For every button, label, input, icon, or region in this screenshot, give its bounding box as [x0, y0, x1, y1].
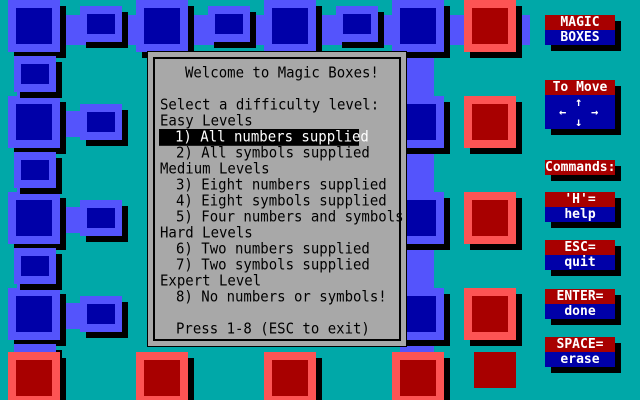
difficulty-dialog: Welcome to Magic Boxes! Select a difficu… [147, 51, 407, 347]
help-key: 'H'= [545, 192, 615, 207]
left-small-box-0 [21, 64, 49, 84]
red-box-bottom-1 [144, 360, 180, 396]
group-expert-label: Expert Level [160, 273, 262, 290]
mid-small-box-2 [87, 304, 115, 324]
quit-command[interactable]: ESC= quit [545, 240, 615, 270]
help-command[interactable]: 'H'= help [545, 192, 615, 222]
option-3[interactable]: 3) Eight numbers supplied [176, 177, 387, 194]
option-6[interactable]: 6) Two numbers supplied [176, 241, 370, 258]
red-box-bottom-0 [16, 360, 52, 396]
magic-boxes-logo: MAGIC BOXES [545, 15, 615, 45]
done-command[interactable]: ENTER= done [545, 289, 615, 319]
quit-key: ESC= [545, 240, 615, 255]
logo-line-2: BOXES [545, 30, 615, 45]
mid-small-box-1 [87, 208, 115, 228]
arrow-right-icon: → [591, 105, 599, 119]
done-action: done [545, 304, 615, 319]
top-box-1 [144, 8, 180, 44]
move-label: To Move [545, 80, 615, 95]
top-box-0 [16, 8, 52, 44]
logo-line-1: MAGIC [545, 15, 615, 30]
arrow-down-icon: ↓ [575, 115, 583, 129]
move-panel: To Move ↑ ← → ↓ [545, 80, 615, 129]
red-box-right-2 [472, 200, 508, 236]
top-small-box-1 [215, 14, 243, 34]
red-box-right-3 [472, 296, 508, 332]
option-7[interactable]: 7) Two symbols supplied [176, 257, 370, 274]
group-easy-label: Easy Levels [160, 113, 253, 130]
left-small-box-1 [21, 160, 49, 180]
option-5[interactable]: 5) Four numbers and symbols [176, 209, 404, 226]
option-2[interactable]: 2) All symbols supplied [176, 145, 370, 162]
arrow-up-icon: ↑ [575, 95, 583, 109]
arrow-left-icon: ← [559, 105, 567, 119]
quit-action: quit [545, 255, 615, 270]
red-small-box [474, 352, 516, 388]
option-4[interactable]: 4) Eight symbols supplied [176, 193, 387, 210]
dialog-footer: Press 1-8 (ESC to exit) [176, 321, 370, 338]
commands-label: Commands: [545, 160, 615, 175]
mid-small-box-0 [87, 112, 115, 132]
left-box-0 [16, 104, 52, 140]
group-medium-label: Medium Levels [160, 161, 270, 178]
option-8[interactable]: 8) No numbers or symbols! [176, 289, 387, 306]
red-box-bottom-2 [272, 360, 308, 396]
help-action: help [545, 207, 615, 222]
group-hard-label: Hard Levels [160, 225, 253, 242]
top-small-box-0 [87, 14, 115, 34]
erase-action: erase [545, 352, 615, 367]
done-key: ENTER= [545, 289, 615, 304]
red-box-right-0 [472, 8, 508, 44]
left-small-box-2 [21, 256, 49, 276]
arrow-keys: ↑ ← → ↓ [545, 95, 615, 129]
top-box-3 [400, 8, 436, 44]
dialog-prompt: Select a difficulty level: [160, 97, 380, 114]
left-box-1 [16, 200, 52, 236]
left-box-2 [16, 296, 52, 332]
red-box-bottom-3 [400, 360, 436, 396]
top-small-box-2 [343, 14, 371, 34]
dialog-title: Welcome to Magic Boxes! [185, 65, 379, 82]
top-box-2 [272, 8, 308, 44]
option-1[interactable]: 1) All numbers supplied [159, 129, 369, 146]
commands-text: Commands: [545, 160, 616, 175]
erase-key: SPACE= [545, 337, 615, 352]
erase-command[interactable]: SPACE= erase [545, 337, 615, 367]
red-box-right-1 [472, 104, 508, 140]
